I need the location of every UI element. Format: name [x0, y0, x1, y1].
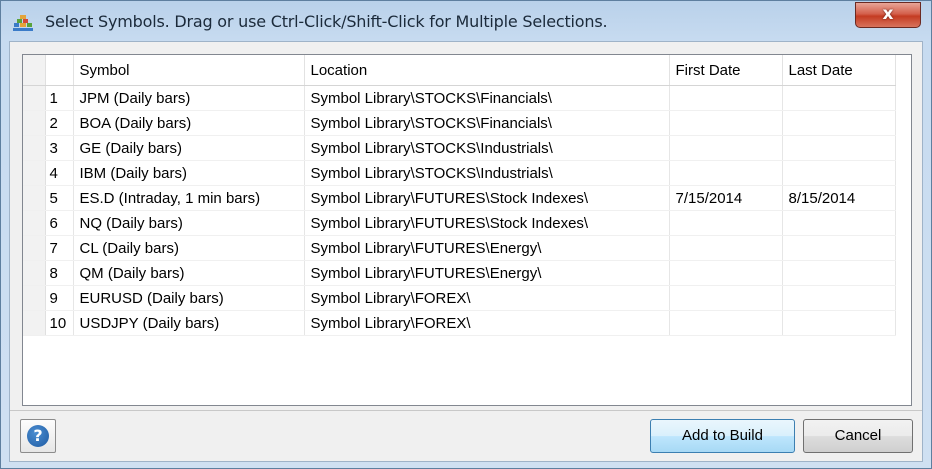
row-index-cell: 9 — [45, 285, 74, 311]
close-icon: x — [882, 4, 894, 24]
location-cell: Symbol Library\FOREX\ — [304, 285, 670, 311]
last-date-cell — [782, 235, 896, 261]
row-selector[interactable] — [23, 235, 46, 261]
last-date-cell — [782, 110, 896, 136]
symbol-cell: JPM (Daily bars) — [73, 85, 305, 111]
column-header-index[interactable] — [45, 55, 74, 86]
symbol-cell: IBM (Daily bars) — [73, 160, 305, 186]
row-selector[interactable] — [23, 260, 46, 286]
location-cell: Symbol Library\STOCKS\Industrials\ — [304, 160, 670, 186]
column-header-first-date[interactable]: First Date — [669, 55, 783, 86]
table-row[interactable]: 10 USDJPY (Daily bars) Symbol Library\FORE… — [23, 310, 896, 336]
table-row[interactable]: 6 NQ (Daily bars) Symbol Library\FUTURES\S… — [23, 210, 896, 236]
first-date-cell — [669, 260, 783, 286]
row-selector[interactable] — [23, 160, 46, 186]
table-row[interactable]: 7 CL (Daily bars) Symbol Library\FUTURES\E… — [23, 235, 896, 261]
location-cell: Symbol Library\STOCKS\Financials\ — [304, 110, 670, 136]
column-header-location[interactable]: Location — [304, 55, 670, 86]
symbols-grid[interactable]: Symbol Location First Date Last Date 1 JP… — [22, 54, 912, 406]
last-date-cell — [782, 135, 896, 161]
row-index-cell: 8 — [45, 260, 74, 286]
row-index-cell: 4 — [45, 160, 74, 186]
row-selector[interactable] — [23, 185, 46, 211]
row-index-cell: 1 — [45, 85, 74, 111]
dialog-window: Select Symbols. Drag or use Ctrl-Click/S… — [0, 0, 932, 469]
location-cell: Symbol Library\FUTURES\Stock Indexes\ — [304, 185, 670, 211]
last-date-cell — [782, 310, 896, 336]
table-row[interactable]: 1 JPM (Daily bars) Symbol Library\STOCKS\F… — [23, 85, 896, 111]
row-index-cell: 10 — [45, 310, 74, 336]
symbol-cell: EURUSD (Daily bars) — [73, 285, 305, 311]
symbol-cell: NQ (Daily bars) — [73, 210, 305, 236]
first-date-cell — [669, 85, 783, 111]
table-row[interactable]: 2 BOA (Daily bars) Symbol Library\STOCKS\F… — [23, 110, 896, 136]
table-row[interactable]: 3 GE (Daily bars) Symbol Library\STOCKS\In… — [23, 135, 896, 161]
first-date-cell — [669, 135, 783, 161]
column-header-last-date[interactable]: Last Date — [782, 55, 896, 86]
last-date-cell: 8/15/2014 — [782, 185, 896, 211]
symbol-cell: USDJPY (Daily bars) — [73, 310, 305, 336]
first-date-cell — [669, 210, 783, 236]
table-row[interactable]: 9 EURUSD (Daily bars) Symbol Library\FOREX… — [23, 285, 896, 311]
table-row[interactable]: 4 IBM (Daily bars) Symbol Library\STOCKS\I… — [23, 160, 896, 186]
table-header-row: Symbol Location First Date Last Date — [23, 55, 896, 86]
button-bar: ? Add to Build Cancel — [10, 410, 922, 463]
close-button[interactable]: x — [855, 2, 921, 28]
first-date-cell — [669, 235, 783, 261]
row-selector[interactable] — [23, 135, 46, 161]
symbol-cell: BOA (Daily bars) — [73, 110, 305, 136]
row-selector[interactable] — [23, 310, 46, 336]
row-index-cell: 5 — [45, 185, 74, 211]
window-title: Select Symbols. Drag or use Ctrl-Click/S… — [45, 12, 608, 31]
location-cell: Symbol Library\STOCKS\Financials\ — [304, 85, 670, 111]
row-header-corner — [23, 55, 46, 86]
symbol-cell: QM (Daily bars) — [73, 260, 305, 286]
symbols-table: Symbol Location First Date Last Date 1 JP… — [23, 55, 896, 336]
row-selector[interactable] — [23, 210, 46, 236]
location-cell: Symbol Library\FOREX\ — [304, 310, 670, 336]
cancel-button[interactable]: Cancel — [803, 419, 913, 453]
location-cell: Symbol Library\FUTURES\Energy\ — [304, 235, 670, 261]
location-cell: Symbol Library\FUTURES\Stock Indexes\ — [304, 210, 670, 236]
row-index-cell: 7 — [45, 235, 74, 261]
first-date-cell — [669, 310, 783, 336]
last-date-cell — [782, 85, 896, 111]
question-mark-icon: ? — [27, 425, 49, 447]
title-bar[interactable]: Select Symbols. Drag or use Ctrl-Click/S… — [1, 1, 931, 41]
symbol-cell: ES.D (Intraday, 1 min bars) — [73, 185, 305, 211]
last-date-cell — [782, 260, 896, 286]
row-selector[interactable] — [23, 285, 46, 311]
first-date-cell: 7/15/2014 — [669, 185, 783, 211]
stacked-bars-icon — [13, 15, 33, 31]
row-index-cell: 3 — [45, 135, 74, 161]
column-header-symbol[interactable]: Symbol — [73, 55, 305, 86]
row-index-cell: 6 — [45, 210, 74, 236]
dialog-body: Symbol Location First Date Last Date 1 JP… — [9, 41, 923, 462]
first-date-cell — [669, 110, 783, 136]
row-selector[interactable] — [23, 110, 46, 136]
symbol-cell: CL (Daily bars) — [73, 235, 305, 261]
first-date-cell — [669, 160, 783, 186]
last-date-cell — [782, 210, 896, 236]
last-date-cell — [782, 285, 896, 311]
symbol-cell: GE (Daily bars) — [73, 135, 305, 161]
table-row[interactable]: 8 QM (Daily bars) Symbol Library\FUTURES\E… — [23, 260, 896, 286]
help-button[interactable]: ? — [20, 419, 56, 453]
location-cell: Symbol Library\FUTURES\Energy\ — [304, 260, 670, 286]
first-date-cell — [669, 285, 783, 311]
table-row[interactable]: 5 ES.D (Intraday, 1 min bars) Symbol Libra… — [23, 185, 896, 211]
location-cell: Symbol Library\STOCKS\Industrials\ — [304, 135, 670, 161]
last-date-cell — [782, 160, 896, 186]
row-selector[interactable] — [23, 85, 46, 111]
add-to-build-button[interactable]: Add to Build — [650, 419, 795, 453]
row-index-cell: 2 — [45, 110, 74, 136]
